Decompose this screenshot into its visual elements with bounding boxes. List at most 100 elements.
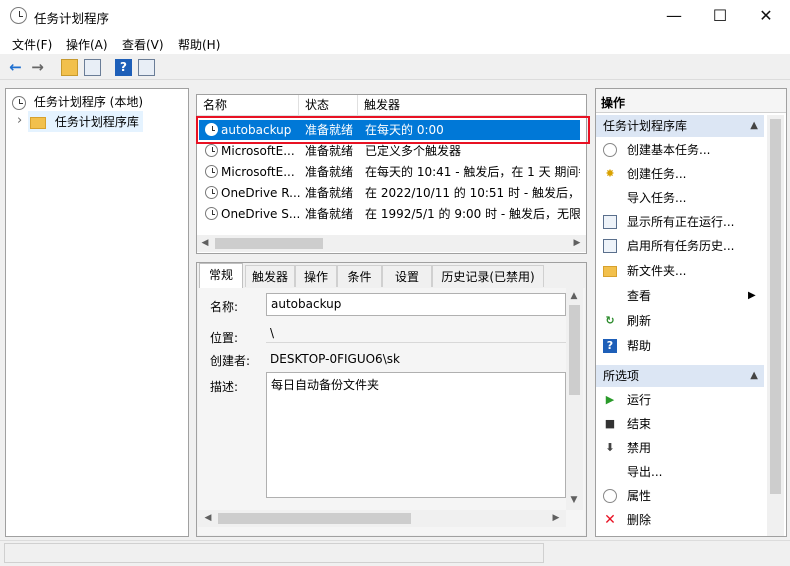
- folder-icon: [30, 116, 46, 129]
- task-list-hscrollbar[interactable]: ◀ ▶: [197, 235, 586, 252]
- action-show-running[interactable]: 显示所有正在运行...: [596, 210, 764, 234]
- action-label: 导出...: [627, 465, 663, 479]
- actions-vscrollbar[interactable]: [767, 115, 784, 536]
- tab-triggers[interactable]: 触发器: [245, 265, 295, 287]
- action-create-task[interactable]: ✸ 创建任务...: [596, 162, 764, 186]
- section-header-selected-item[interactable]: 所选项 ▲: [596, 365, 764, 387]
- scroll-thumb[interactable]: [215, 238, 323, 249]
- scroll-left-icon[interactable]: ◀: [202, 513, 214, 523]
- task-row[interactable]: OneDrive S... 准备就绪 在 1992/5/1 的 9:00 时 -…: [199, 204, 580, 224]
- scroll-right-icon[interactable]: ▶: [571, 238, 583, 248]
- general-tab-content: 名称: autobackup 位置: \ 创建者: DESKTOP-0FIGUO…: [198, 288, 585, 535]
- run-icon: ▶: [605, 393, 615, 406]
- up-folder-icon[interactable]: [61, 59, 78, 76]
- details-vscrollbar[interactable]: ▲ ▼: [566, 288, 583, 510]
- name-field[interactable]: autobackup: [266, 293, 566, 316]
- section-title: 任务计划程序库: [603, 119, 688, 133]
- create-task-icon: ✸: [605, 167, 615, 180]
- scroll-left-icon[interactable]: ◀: [199, 238, 211, 248]
- delete-icon: ✕: [604, 512, 616, 528]
- action-refresh[interactable]: ↻ 刷新: [596, 309, 764, 333]
- menu-file[interactable]: 文件(F): [12, 36, 52, 53]
- new-folder-icon: [603, 266, 617, 277]
- action-help[interactable]: ? 帮助: [596, 334, 764, 358]
- action-end[interactable]: ■ 结束: [596, 412, 764, 436]
- action-import-task[interactable]: 导入任务...: [596, 186, 764, 210]
- description-field[interactable]: 每日自动备份文件夹: [266, 372, 566, 498]
- forward-arrow-icon[interactable]: →: [29, 59, 46, 76]
- action-label: 刷新: [627, 314, 652, 328]
- action-label: 创建基本任务...: [627, 143, 711, 157]
- title-bar: 任务计划程序 — ☐ ✕: [0, 0, 790, 32]
- scroll-down-icon[interactable]: ▼: [568, 495, 580, 505]
- status-bar-panel: [4, 543, 544, 563]
- tree-item-task-library[interactable]: 任务计划程序库: [28, 111, 143, 132]
- action-disable[interactable]: ⬇ 禁用: [596, 436, 764, 460]
- action-label: 帮助: [627, 339, 652, 353]
- help-icon[interactable]: ?: [115, 59, 132, 76]
- description-label: 描述:: [210, 380, 239, 394]
- tree-root-item[interactable]: 任务计划程序 (本地): [12, 93, 143, 110]
- action-label: 查看: [627, 289, 652, 303]
- tree-expander-icon[interactable]: ›: [17, 113, 22, 128]
- tab-settings[interactable]: 设置: [382, 265, 432, 287]
- tab-actions[interactable]: 操作: [295, 265, 337, 287]
- column-status[interactable]: 状态: [299, 95, 358, 115]
- action-enable-history[interactable]: 启用所有任务历史...: [596, 234, 764, 258]
- collapse-up-icon[interactable]: ▲: [750, 365, 758, 387]
- scroll-right-icon[interactable]: ▶: [550, 513, 562, 523]
- menu-action[interactable]: 操作(A): [66, 36, 108, 53]
- action-delete[interactable]: ✕ 删除: [596, 508, 764, 532]
- menu-view[interactable]: 查看(V): [122, 36, 164, 53]
- details-hscrollbar[interactable]: ◀ ▶: [198, 510, 566, 527]
- action-run[interactable]: ▶ 运行: [596, 388, 764, 412]
- help-icon: ?: [603, 339, 617, 353]
- action-properties[interactable]: 属性: [596, 484, 764, 508]
- task-clock-icon: [205, 207, 218, 220]
- maximize-button[interactable]: ☐: [697, 0, 743, 32]
- show-hide-tree-icon[interactable]: [84, 59, 101, 76]
- column-name[interactable]: 名称: [197, 95, 299, 115]
- end-icon: ■: [604, 417, 616, 430]
- section-title: 所选项: [603, 369, 640, 383]
- task-status: 准备就绪: [305, 144, 354, 158]
- scroll-up-icon[interactable]: ▲: [568, 291, 580, 301]
- tab-general[interactable]: 常规: [199, 263, 243, 288]
- task-name: OneDrive S...: [221, 207, 301, 221]
- scroll-thumb[interactable]: [218, 513, 411, 524]
- action-view[interactable]: 查看 ▶: [596, 284, 764, 308]
- back-arrow-icon[interactable]: ←: [7, 59, 24, 76]
- task-name: MicrosoftE...: [221, 144, 295, 158]
- action-label: 显示所有正在运行...: [627, 215, 735, 229]
- close-button[interactable]: ✕: [743, 0, 789, 32]
- task-status: 准备就绪: [305, 207, 354, 221]
- action-export[interactable]: 导出...: [596, 460, 764, 484]
- submenu-arrow-icon: ▶: [748, 290, 756, 301]
- location-label: 位置:: [210, 331, 239, 345]
- location-underline: [266, 342, 566, 343]
- show-hide-action-pane-icon[interactable]: [138, 59, 155, 76]
- scroll-thumb[interactable]: [770, 119, 781, 494]
- minimize-button[interactable]: —: [651, 0, 697, 32]
- toolbar: ← → ?: [0, 56, 790, 80]
- collapse-up-icon[interactable]: ▲: [750, 115, 758, 137]
- author-label: 创建者:: [210, 354, 251, 368]
- name-label: 名称:: [210, 300, 239, 314]
- section-header-task-library[interactable]: 任务计划程序库 ▲: [596, 115, 764, 137]
- actions-pane-title: 操作: [601, 96, 626, 110]
- task-row[interactable]: MicrosoftE... 准备就绪 已定义多个触发器: [199, 141, 580, 161]
- task-name: MicrosoftE...: [221, 165, 295, 179]
- action-new-folder[interactable]: 新文件夹...: [596, 259, 764, 283]
- actions-pane-header: 操作: [596, 89, 786, 113]
- scroll-thumb[interactable]: [569, 305, 580, 395]
- task-row[interactable]: OneDrive R... 准备就绪 在 2022/10/11 的 10:51 …: [199, 183, 580, 203]
- column-trigger[interactable]: 触发器: [358, 95, 586, 115]
- action-create-basic-task[interactable]: 创建基本任务...: [596, 138, 764, 162]
- task-scheduler-app-icon: [10, 7, 27, 24]
- tab-history[interactable]: 历史记录(已禁用): [432, 265, 544, 287]
- action-label: 禁用: [627, 441, 652, 455]
- menu-help[interactable]: 帮助(H): [178, 36, 220, 53]
- selection-highlight-box: [196, 116, 590, 144]
- task-row[interactable]: MicrosoftE... 准备就绪 在每天的 10:41 - 触发后，在 1 …: [199, 162, 580, 182]
- tab-conditions[interactable]: 条件: [337, 265, 382, 287]
